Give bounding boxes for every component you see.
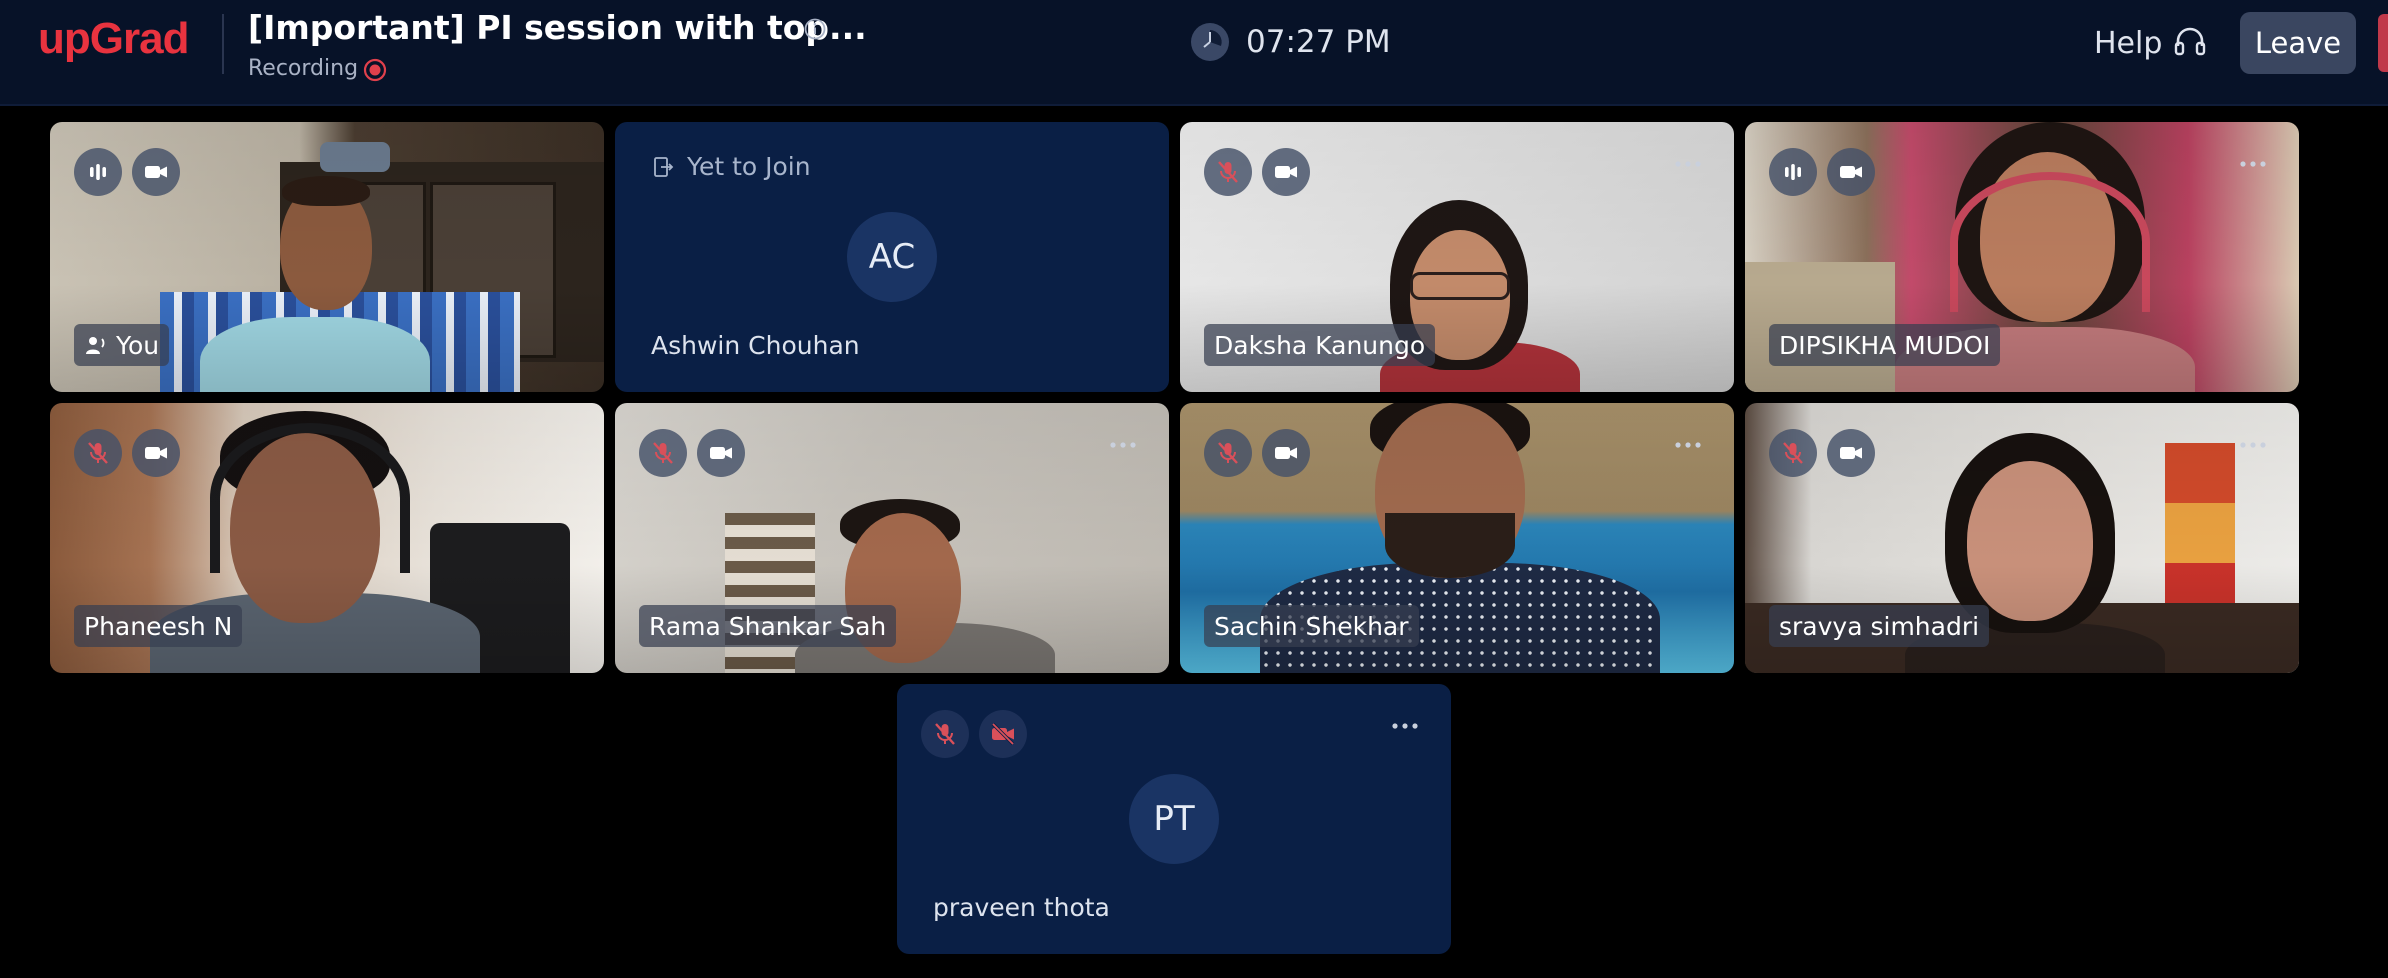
avatar: AC (847, 212, 937, 302)
mic-status (639, 429, 687, 477)
more-options-icon[interactable] (1670, 152, 1706, 176)
participant-tile-phaneesh-n[interactable]: Phaneesh N (50, 403, 604, 673)
more-options-icon[interactable] (1387, 714, 1423, 738)
more-options-icon[interactable] (2235, 433, 2271, 457)
join-status: Yet to Join (687, 152, 811, 181)
divider (222, 14, 224, 74)
help-link[interactable]: Help (2094, 26, 2162, 61)
mic-status (1769, 429, 1817, 477)
mic-off-icon (1215, 440, 1241, 466)
upgrad-logo: upGrad (38, 14, 189, 63)
yet-to-join-indicator: Yet to Join (651, 152, 811, 181)
meeting-clock: 07:27 PM (1246, 24, 1391, 60)
camera-icon (143, 159, 169, 185)
avatar: PT (1129, 774, 1219, 864)
audio-level-icon (1780, 159, 1806, 185)
participant-name: You (116, 330, 160, 360)
mic-off-icon (85, 440, 111, 466)
leave-button[interactable]: Leave (2240, 12, 2356, 74)
camera-icon (708, 440, 734, 466)
participant-name: DIPSIKHA MUDOI (1779, 330, 1991, 360)
audio-level-icon (85, 159, 111, 185)
participant-tile-you[interactable]: You (50, 122, 604, 392)
camera-status (1262, 429, 1310, 477)
camera-status (1827, 148, 1875, 196)
camera-status (1827, 429, 1875, 477)
camera-status (979, 710, 1027, 758)
participant-name: Ashwin Chouhan (651, 331, 860, 360)
participant-tile-rama-shankar-sah[interactable]: Rama Shankar Sah (615, 403, 1169, 673)
info-icon[interactable] (804, 18, 826, 40)
camera-icon (1838, 159, 1864, 185)
participant-name: Daksha Kanungo (1214, 330, 1426, 360)
participant-tile-praveen-thota[interactable]: PT praveen thota (897, 684, 1451, 954)
participant-name-tag: Daksha Kanungo (1204, 324, 1436, 366)
participant-name-tag: sravya simhadri (1769, 605, 1990, 647)
camera-icon (1273, 440, 1299, 466)
more-options-icon[interactable] (2235, 152, 2271, 176)
camera-icon (143, 440, 169, 466)
recording-icon (363, 58, 387, 82)
participant-tile-ashwin-chouhan[interactable]: Yet to Join AC Ashwin Chouhan (615, 122, 1169, 392)
recording-label: Recording (248, 56, 359, 81)
participant-name-tag: Phaneesh N (74, 605, 243, 647)
mic-status (921, 710, 969, 758)
participant-name: sravya simhadri (1779, 611, 1980, 641)
participant-name: Sachin Shekhar (1214, 611, 1409, 641)
meeting-title: [Important] PI session with top... (248, 8, 867, 47)
participant-tile-sravya-simhadri[interactable]: sravya simhadri (1745, 403, 2299, 673)
more-options-icon[interactable] (1105, 433, 1141, 457)
mic-off-icon (932, 721, 958, 747)
mic-status (1204, 148, 1252, 196)
participant-name-tag: DIPSIKHA MUDOI (1769, 324, 2001, 366)
overflow-badge (2378, 14, 2388, 72)
participant-name-tag: Rama Shankar Sah (639, 605, 897, 647)
speaking-indicator (74, 148, 122, 196)
camera-status (132, 429, 180, 477)
mic-off-icon (1215, 159, 1241, 185)
mic-status (1204, 429, 1252, 477)
camera-status (1262, 148, 1310, 196)
camera-status (697, 429, 745, 477)
participant-name: Phaneesh N (84, 611, 233, 641)
participant-name: praveen thota (933, 893, 1110, 922)
participant-name-tag: You (74, 324, 170, 366)
camera-icon (1273, 159, 1299, 185)
camera-off-icon (990, 721, 1016, 747)
camera-toggle[interactable] (132, 148, 180, 196)
camera-icon (1838, 440, 1864, 466)
participant-tile-daksha-kanungo[interactable]: Daksha Kanungo (1180, 122, 1734, 392)
mic-off-icon (1780, 440, 1806, 466)
top-bar: upGrad [Important] PI session with top..… (0, 0, 2388, 106)
participant-tile-sachin-shekhar[interactable]: Sachin Shekhar (1180, 403, 1734, 673)
clock-icon (1191, 23, 1229, 61)
mic-off-icon (650, 440, 676, 466)
speaker-person-icon (86, 337, 105, 354)
participant-name: Rama Shankar Sah (649, 611, 887, 641)
headset-icon[interactable] (2172, 24, 2208, 60)
participant-tile-dipsikha-mudoi[interactable]: DIPSIKHA MUDOI (1745, 122, 2299, 392)
more-options-icon[interactable] (1670, 433, 1706, 457)
speaking-indicator (1769, 148, 1817, 196)
participant-name-tag: Sachin Shekhar (1204, 605, 1419, 647)
join-door-icon (654, 156, 674, 177)
mic-status (74, 429, 122, 477)
